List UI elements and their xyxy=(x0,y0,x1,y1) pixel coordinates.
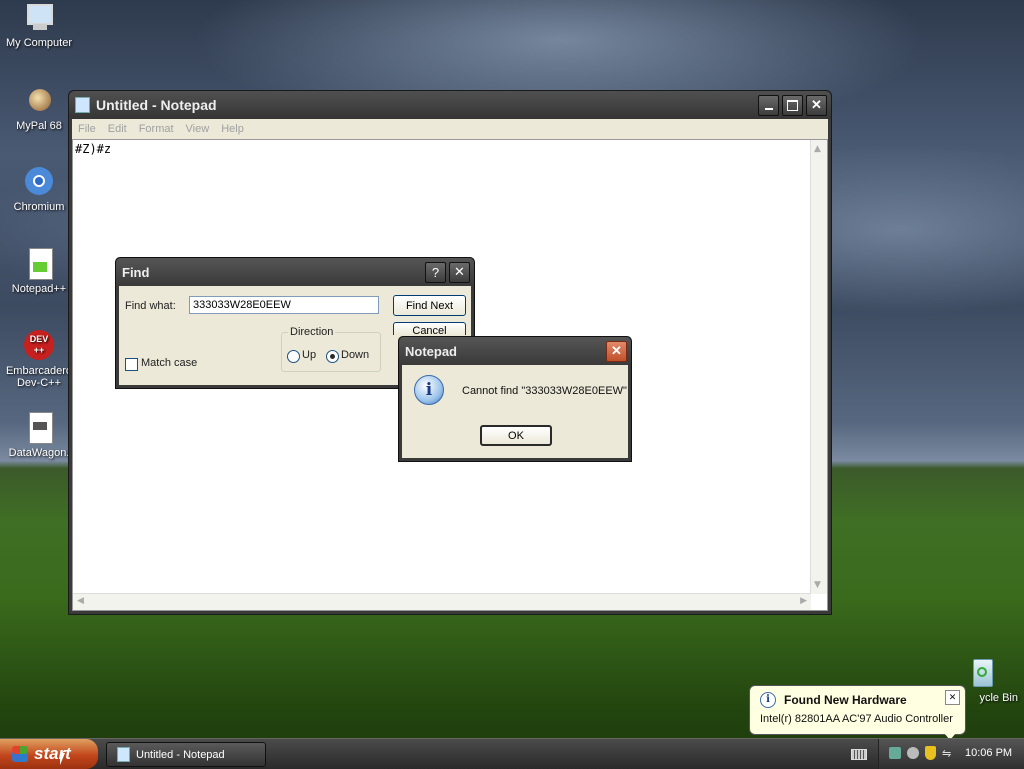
desktop-icon-label: Embarcadero Dev-C++ xyxy=(5,365,73,389)
help-button[interactable]: ? xyxy=(425,261,446,283)
recycle-bin-icon xyxy=(965,657,997,689)
editor-content: #Z)#z xyxy=(75,142,112,156)
cancel-label: Cancel xyxy=(412,325,447,335)
desktop-icon-label: MyPal 68 xyxy=(16,120,62,132)
balloon-close-button[interactable]: ✕ xyxy=(945,690,960,705)
menu-view[interactable]: View xyxy=(180,123,216,135)
horizontal-scrollbar[interactable]: ◀ ▶ xyxy=(73,593,811,610)
vertical-scrollbar[interactable]: ▲ ▼ xyxy=(810,140,827,594)
notification-balloon[interactable]: i Found New Hardware ✕ Intel(r) 82801AA … xyxy=(749,685,966,740)
close-icon: ✕ xyxy=(611,343,622,358)
start-label: start xyxy=(34,744,71,763)
notepad-task-icon xyxy=(117,747,130,762)
taskbar-notepad-label: Untitled - Notepad xyxy=(136,748,225,761)
desktop-icon-label: My Computer xyxy=(5,37,73,49)
speaker-tray-icon[interactable] xyxy=(907,747,919,759)
notepad-titlebar[interactable]: Untitled - Notepad ✕ xyxy=(69,91,831,119)
close-icon: ✕ xyxy=(454,264,465,279)
close-icon: ✕ xyxy=(948,692,957,702)
menu-edit[interactable]: Edit xyxy=(102,123,133,135)
ok-button[interactable]: OK xyxy=(480,425,552,446)
find-title: Find xyxy=(122,264,150,280)
message-body: i Cannot find "333033W28E0EEW" OK xyxy=(402,365,628,458)
message-titlebar[interactable]: Notepad ✕ xyxy=(399,337,631,365)
devcpp-icon: DEV ++ xyxy=(23,330,55,362)
message-box: Notepad ✕ i Cannot find "333033W28E0EEW"… xyxy=(398,336,632,462)
desktop-icon-label: DataWagon. xyxy=(8,447,70,459)
desktop-icon-devcpp[interactable]: DEV ++ Embarcadero Dev-C++ xyxy=(0,330,78,389)
window-title: Untitled - Notepad xyxy=(96,97,217,113)
find-titlebar[interactable]: Find ? ✕ xyxy=(116,258,474,286)
direction-group: Direction Up Down xyxy=(281,326,381,372)
minimize-icon xyxy=(764,108,773,110)
direction-label: Direction xyxy=(288,326,336,338)
message-text: Cannot find "333033W28E0EEW" xyxy=(462,385,627,397)
close-button[interactable]: ✕ xyxy=(806,94,827,116)
scroll-up-icon: ▲ xyxy=(814,144,821,154)
scroll-left-icon: ◀ xyxy=(77,596,84,606)
direction-down-radio[interactable] xyxy=(326,350,339,363)
minimize-button[interactable] xyxy=(758,94,779,116)
desktop-icon-chromium[interactable]: Chromium xyxy=(0,166,78,213)
start-button[interactable]: start xyxy=(0,739,98,769)
maximize-icon xyxy=(787,99,798,111)
balloon-info-icon: i xyxy=(760,692,776,708)
find-close-button[interactable]: ✕ xyxy=(449,261,470,283)
notepad-app-icon xyxy=(75,97,90,113)
desktop-icon-datawagon[interactable]: DataWagon. xyxy=(0,412,78,459)
help-icon: ? xyxy=(431,264,440,280)
balloon-text: Intel(r) 82801AA AC'97 Audio Controller xyxy=(760,713,953,725)
match-case-label[interactable]: Match case xyxy=(141,357,197,369)
desktop-icon-label: Chromium xyxy=(13,201,65,213)
hardware-tray-icon[interactable] xyxy=(889,747,901,759)
close-icon: ✕ xyxy=(811,97,822,112)
taskbar: start Untitled - Notepad ⇋ 10:06 PM xyxy=(0,738,1024,769)
mouse-cursor-icon xyxy=(60,753,65,765)
cancel-button[interactable]: Cancel xyxy=(393,322,466,335)
notepadpp-icon xyxy=(23,248,55,280)
windows-logo-icon xyxy=(12,746,28,762)
ok-label: OK xyxy=(508,429,524,442)
menu-help[interactable]: Help xyxy=(215,123,250,135)
radio-selected-dot xyxy=(330,354,335,359)
direction-up-label[interactable]: Up xyxy=(302,349,316,361)
scroll-right-icon: ▶ xyxy=(800,596,807,606)
chromium-icon xyxy=(23,166,55,198)
match-case-checkbox[interactable] xyxy=(125,358,138,371)
computer-icon xyxy=(23,2,55,34)
desktop-icon-notepadpp[interactable]: Notepad++ xyxy=(0,248,78,295)
clock[interactable]: 10:06 PM xyxy=(965,747,1012,759)
balloon-title: Found New Hardware xyxy=(784,693,907,707)
keyboard-icon[interactable] xyxy=(851,749,867,760)
menu-file[interactable]: File xyxy=(72,123,102,135)
maximize-button[interactable] xyxy=(782,94,803,116)
system-tray: ⇋ 10:06 PM xyxy=(878,739,1024,769)
find-next-button[interactable]: Find Next xyxy=(393,295,466,316)
desktop-icon-my-computer[interactable]: My Computer xyxy=(0,2,78,49)
security-shield-icon[interactable] xyxy=(925,746,936,760)
datawagon-icon xyxy=(23,412,55,444)
desktop-icon-label: Notepad++ xyxy=(11,283,67,295)
message-close-button[interactable]: ✕ xyxy=(606,340,627,362)
desktop-icon-mypal[interactable]: MyPal 68 xyxy=(0,85,78,132)
mypal-icon xyxy=(23,85,55,117)
taskbar-notepad-button[interactable]: Untitled - Notepad xyxy=(106,742,266,767)
info-icon: i xyxy=(414,375,444,405)
direction-up-radio[interactable] xyxy=(287,350,300,363)
menu-bar: File Edit Format View Help xyxy=(72,119,828,139)
find-next-label: Find Next xyxy=(405,299,454,312)
direction-down-label[interactable]: Down xyxy=(341,349,369,361)
menu-format[interactable]: Format xyxy=(133,123,180,135)
find-what-label: Find what: xyxy=(125,300,176,312)
message-title: Notepad xyxy=(405,343,457,359)
network-tray-icon[interactable]: ⇋ xyxy=(942,747,951,760)
scroll-down-icon: ▼ xyxy=(814,580,821,590)
find-what-input[interactable] xyxy=(189,296,379,314)
